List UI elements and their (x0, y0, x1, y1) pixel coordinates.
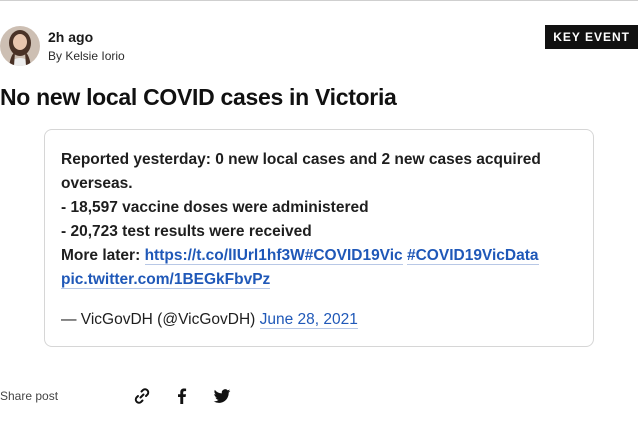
post-meta: 2h ago By Kelsie Iorio (0, 24, 125, 68)
facebook-share-button[interactable] (172, 386, 192, 406)
post-time: 2h ago (48, 28, 94, 45)
top-divider (0, 0, 638, 1)
tweet-line-1: Reported yesterday: 0 new local cases an… (61, 151, 541, 192)
more-later-text: More later: (61, 247, 145, 264)
post-headline: No new local COVID cases in Victoria (0, 84, 397, 110)
embedded-tweet: Reported yesterday: 0 new local cases an… (44, 129, 594, 347)
link-icon (134, 388, 150, 404)
copy-link-button[interactable] (132, 386, 152, 406)
hashtag-covid19vic[interactable]: #COVID19Vic (304, 247, 403, 265)
twitter-share-button[interactable] (212, 386, 232, 406)
tweet-line-2: - 18,597 vaccine doses were administered (61, 199, 369, 216)
share-bar: Share post (0, 382, 232, 410)
tweet-attribution: — VicGovDH (@VicGovDH) June 28, 2021 (61, 308, 577, 332)
tweet-line-4: More later: https://t.co/lIUrl1hf3W#COVI… (61, 244, 577, 268)
facebook-icon (178, 388, 187, 404)
share-label: Share post (0, 389, 59, 403)
hashtag-covid19vicdata[interactable]: #COVID19VicData (406, 247, 539, 265)
tweet-link[interactable]: https://t.co/lIUrl1hf3W (144, 247, 305, 265)
tweet-date-link[interactable]: June 28, 2021 (259, 311, 358, 329)
twitter-icon (213, 389, 231, 403)
post-byline: By Kelsie Iorio (48, 48, 125, 63)
tweet-author: — VicGovDH (@VicGovDH) (61, 311, 260, 328)
author-avatar (0, 26, 40, 66)
pic-link[interactable]: pic.twitter.com/1BEGkFbvPz (61, 271, 271, 289)
tweet-line-3: - 20,723 test results were received (61, 223, 312, 240)
key-event-badge: KEY EVENT (545, 25, 638, 49)
tweet-line-5: pic.twitter.com/1BEGkFbvPz (61, 268, 577, 292)
tweet-text: Reported yesterday: 0 new local cases an… (61, 148, 577, 292)
